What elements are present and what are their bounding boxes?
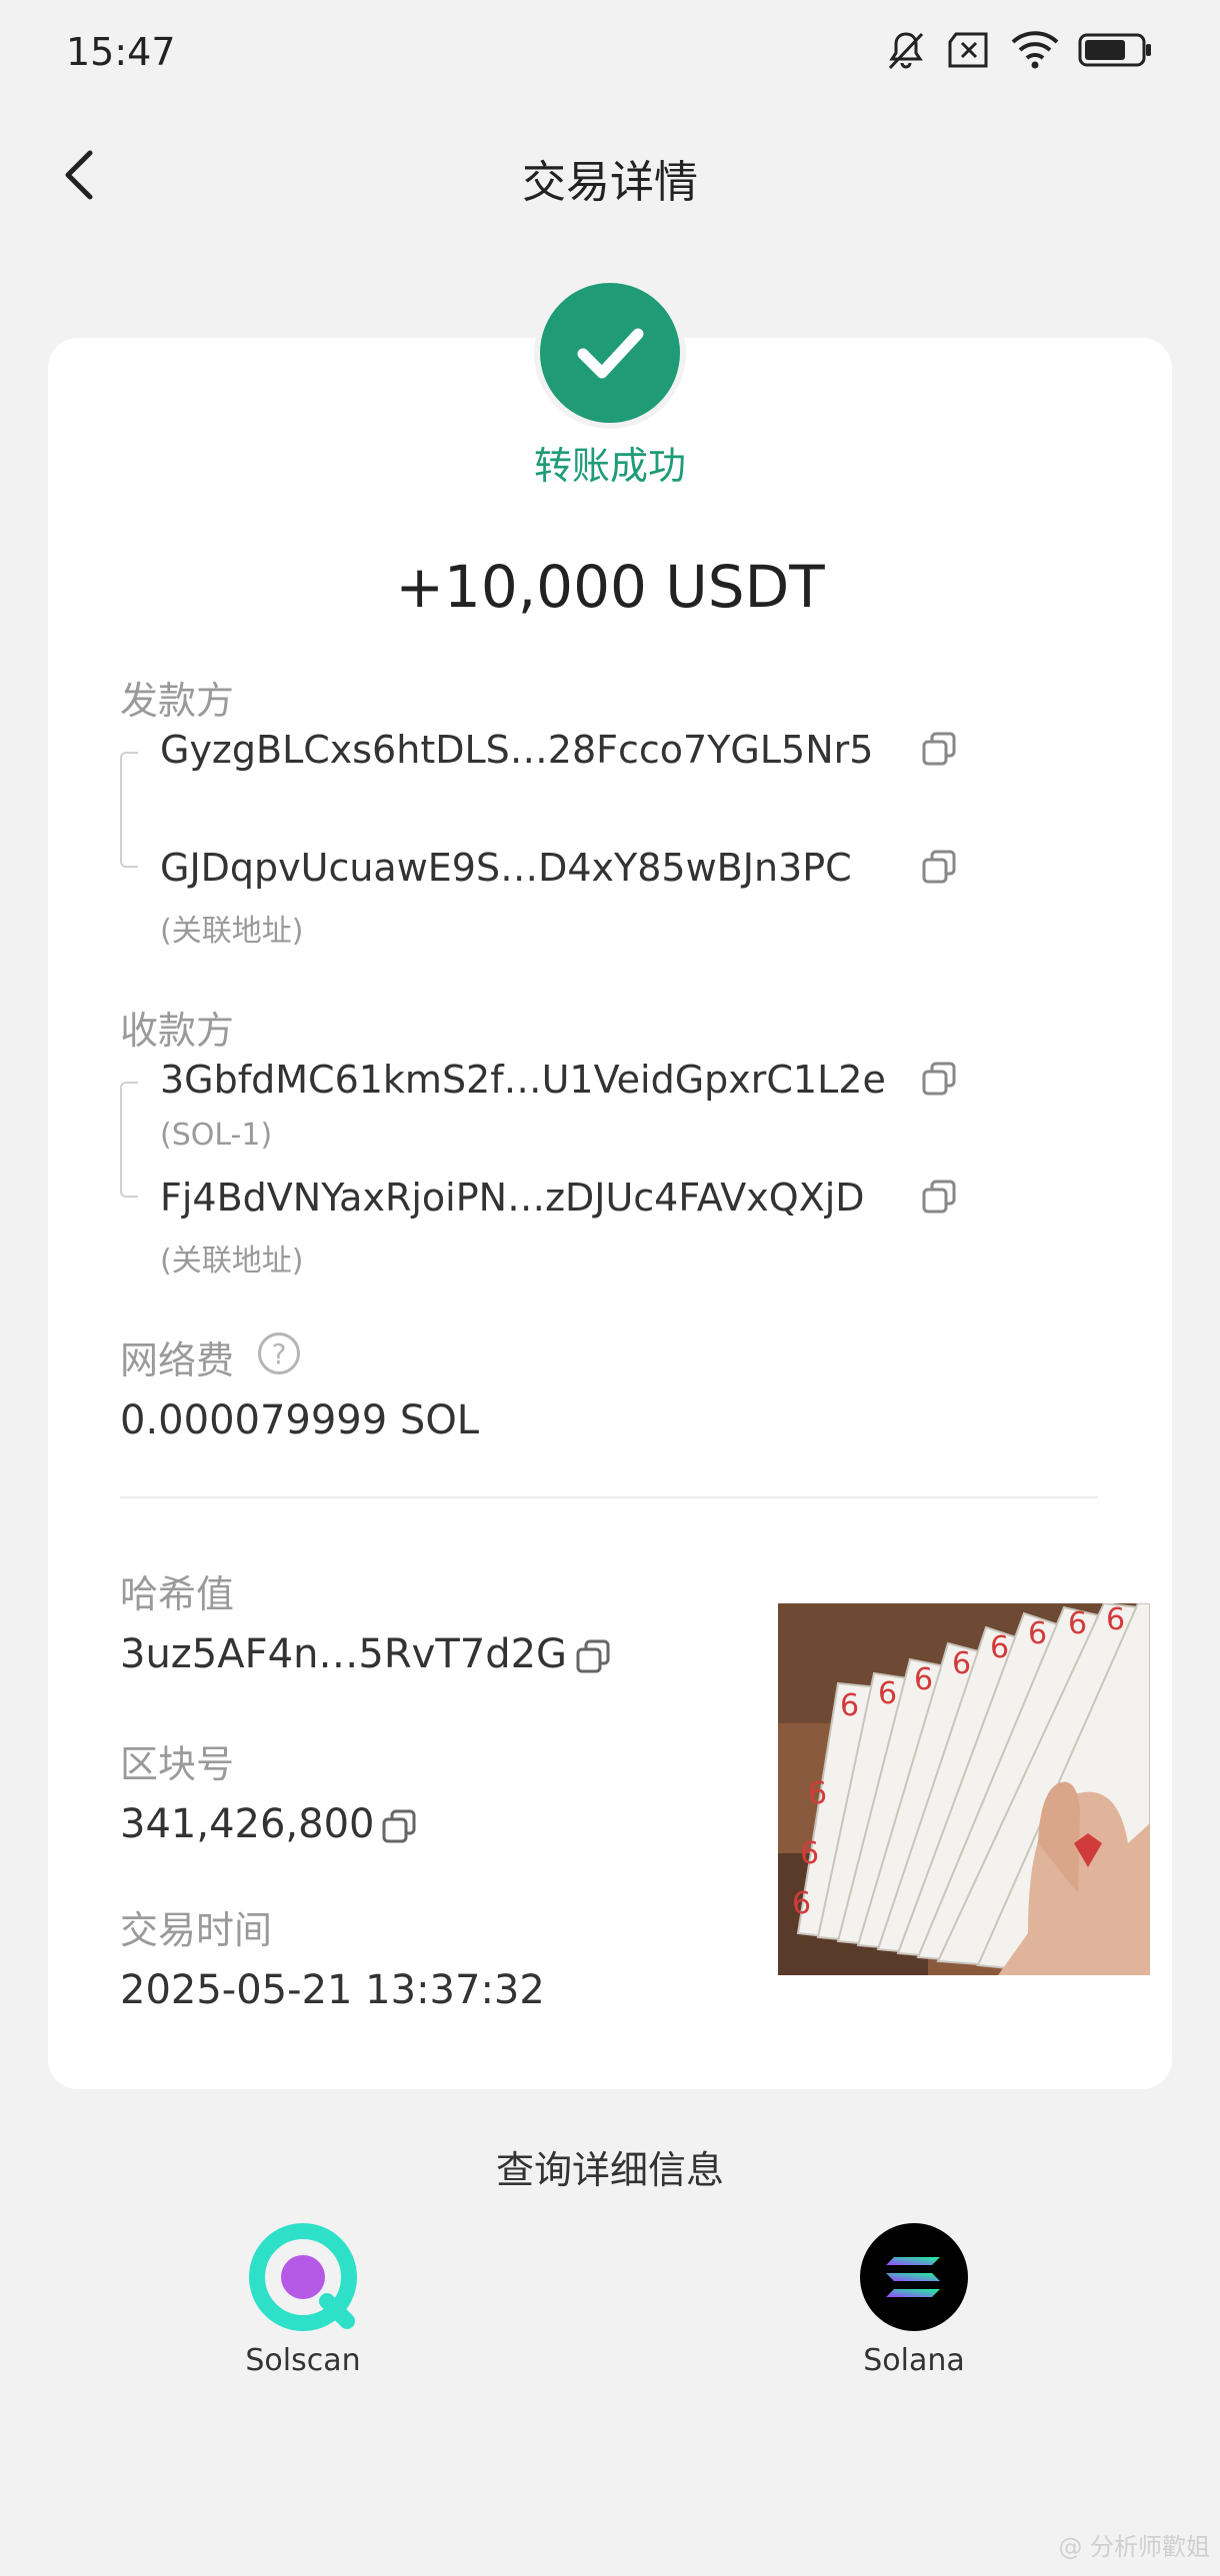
copy-icon[interactable] — [922, 1180, 956, 1214]
sender-bracket — [120, 752, 138, 868]
status-time: 15:47 — [66, 30, 176, 74]
page-title: 交易详情 — [522, 157, 698, 208]
svg-text:6: 6 — [800, 1836, 819, 1871]
receiver-token-note: (SOL-1) — [160, 1118, 273, 1153]
sender-address: GyzgBLCxs6htDLS…28Fcco7YGL5Nr5 — [160, 728, 874, 772]
wifi-icon — [1011, 31, 1059, 69]
receiver-bracket — [120, 1082, 138, 1198]
receiver-linked-address: Fj4BdVNYaxRjoiPN…zDJUc4FAVxQXjD — [160, 1176, 865, 1220]
receiver-label: 收款方 — [120, 1009, 235, 1053]
copy-icon[interactable] — [922, 732, 956, 766]
help-icon[interactable]: ? — [258, 1332, 300, 1374]
time-value: 2025-05-21 13:37:32 — [120, 1967, 545, 2013]
copy-icon[interactable] — [382, 1809, 416, 1843]
status-icons — [884, 28, 1154, 72]
divider — [120, 1496, 1098, 1498]
linked-address-note: (关联地址) — [160, 914, 304, 949]
success-check-icon — [534, 277, 686, 429]
svg-text:6: 6 — [1106, 1603, 1125, 1637]
amount: +10,000 USDT — [395, 553, 825, 621]
svg-text:6: 6 — [914, 1662, 933, 1697]
solscan-label: Solscan — [245, 2343, 361, 2378]
block-value: 341,426,800 — [120, 1801, 375, 1847]
fee-label: 网络费 — [120, 1338, 235, 1382]
svg-text:6: 6 — [990, 1630, 1009, 1665]
hash-label: 哈希值 — [120, 1572, 235, 1616]
sender-linked-address: GJDqpvUcuawE9S…D4xY85wBJn3PC — [160, 846, 852, 890]
hash-value: 3uz5AF4n…5RvT7d2G — [120, 1631, 568, 1677]
block-label: 区块号 — [120, 1742, 235, 1786]
solana-logo-icon — [860, 2223, 968, 2331]
svg-text:6: 6 — [840, 1688, 859, 1723]
svg-text:6: 6 — [952, 1646, 971, 1681]
svg-text:6: 6 — [1068, 1606, 1087, 1641]
copy-icon[interactable] — [922, 1062, 956, 1096]
bell-muted-icon — [888, 32, 924, 70]
copy-icon[interactable] — [922, 850, 956, 884]
time-label: 交易时间 — [120, 1908, 273, 1952]
watermark: @ 分析师歡姐 — [1058, 2533, 1210, 2561]
svg-text:6: 6 — [878, 1676, 897, 1711]
linked-address-note: (关联地址) — [160, 1244, 304, 1279]
playing-cards-photo: 6 6 6 6 6 6 6 6 6 6 6 — [778, 1603, 1150, 1975]
query-title: 查询详细信息 — [495, 2148, 724, 2192]
receiver-address: 3GbfdMC61kmS2f…U1VeidGpxrC1L2e — [160, 1058, 886, 1102]
copy-icon[interactable] — [576, 1639, 610, 1673]
solscan-logo-icon — [249, 2223, 357, 2331]
svg-text:6: 6 — [792, 1886, 811, 1921]
solana-label: Solana — [863, 2343, 965, 2378]
status-text: 转账成功 — [533, 444, 686, 488]
sender-label: 发款方 — [120, 679, 235, 723]
battery-icon — [1078, 33, 1151, 67]
sim-x-icon — [948, 32, 988, 68]
fee-value: 0.000079999 SOL — [120, 1397, 480, 1443]
solana-button[interactable]: Solana — [814, 2223, 1014, 2403]
svg-text:6: 6 — [808, 1776, 827, 1811]
svg-text:6: 6 — [1028, 1616, 1047, 1651]
solscan-button[interactable]: Solscan — [203, 2223, 403, 2403]
